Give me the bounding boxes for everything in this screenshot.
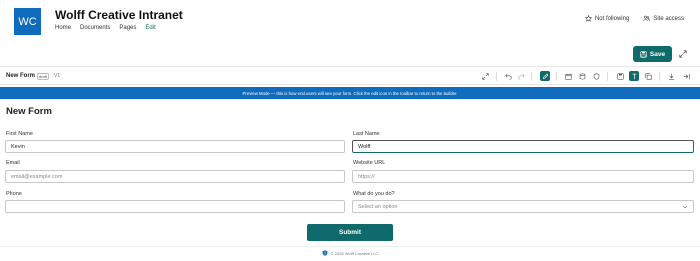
email-field[interactable]: email@example.com — [5, 170, 345, 183]
last-name-input[interactable]: Wolff — [352, 140, 694, 153]
footer-divider — [0, 246, 700, 247]
nav-home[interactable]: Home — [55, 25, 71, 31]
follow-button[interactable]: Not following — [584, 15, 630, 22]
save-disk-icon — [640, 50, 647, 58]
text-format-icon[interactable] — [629, 71, 639, 81]
nav-pages[interactable]: Pages — [119, 25, 136, 31]
first-name-label: First Name — [6, 131, 33, 137]
nav-edit[interactable]: Edit — [145, 25, 155, 31]
expand-icon[interactable] — [480, 71, 490, 81]
website-label: Website URL — [353, 160, 386, 166]
website-field[interactable]: https:// — [352, 170, 694, 183]
database-icon[interactable] — [577, 71, 587, 81]
site-nav: Home Documents Pages Edit — [55, 25, 156, 31]
version-label: V1 — [54, 73, 61, 79]
star-icon — [584, 15, 592, 22]
site-title[interactable]: Wolff Creative Intranet — [55, 8, 183, 22]
command-bar: Save — [0, 45, 700, 63]
people-icon — [643, 15, 651, 22]
save-button[interactable]: Save — [633, 46, 672, 62]
download-icon[interactable] — [666, 71, 676, 81]
email-label: Email — [6, 160, 20, 166]
undo-icon[interactable] — [503, 71, 513, 81]
role-label: What do you do? — [353, 191, 395, 197]
first-name-input[interactable]: Kevin — [5, 140, 345, 153]
phone-label: Phone — [6, 191, 22, 197]
edit-pencil-icon[interactable] — [540, 71, 550, 81]
draft-badge: draft — [37, 73, 50, 80]
form-title: New Form — [6, 106, 52, 117]
shield-logo-icon — [322, 250, 328, 256]
phone-field[interactable] — [5, 200, 345, 213]
site-header: WC Wolff Creative Intranet Home Document… — [0, 0, 700, 40]
redo-icon[interactable] — [516, 71, 526, 81]
fullscreen-icon[interactable] — [679, 50, 687, 58]
footer: © 2026 Wolff Creative LLC — [0, 250, 700, 256]
site-logo[interactable]: WC — [14, 8, 41, 35]
role-select-value: Select an option — [358, 203, 398, 210]
last-name-label: Last Name — [353, 131, 380, 137]
save-disk-icon[interactable] — [615, 71, 625, 81]
form-toolbar: New Form draft V1 — [0, 66, 700, 85]
footer-copyright: © 2026 Wolff Creative LLC — [330, 250, 379, 256]
site-access-button[interactable]: Site access — [643, 15, 684, 22]
submit-button[interactable]: Submit — [307, 224, 393, 241]
nav-documents[interactable]: Documents — [80, 25, 110, 31]
follow-label: Not following — [594, 15, 630, 22]
chevron-down-icon — [682, 205, 688, 209]
preview-banner: Preview Mode — this is how end users wil… — [0, 87, 700, 99]
shield-icon[interactable] — [591, 71, 601, 81]
exit-icon[interactable] — [681, 71, 691, 81]
header-actions: Not following Site access — [584, 15, 684, 22]
toolbar-form-name: New Form — [6, 73, 36, 79]
role-select[interactable]: Select an option — [352, 200, 694, 213]
save-label: Save — [649, 50, 666, 58]
site-access-label: Site access — [653, 15, 684, 22]
calendar-icon[interactable] — [563, 71, 573, 81]
copy-icon[interactable] — [643, 71, 653, 81]
